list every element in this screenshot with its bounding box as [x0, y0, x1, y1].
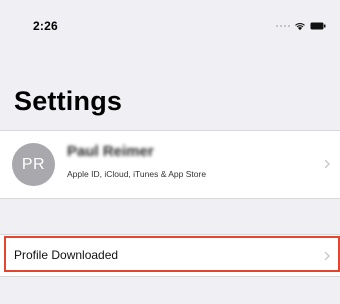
status-time: 2:26 [33, 19, 58, 33]
page-title: Settings [14, 86, 123, 116]
highlight-box [4, 236, 340, 272]
account-name: Paul Reimer [67, 143, 154, 160]
battery-icon [310, 22, 326, 30]
wifi-icon [295, 22, 305, 31]
chevron-right-icon [324, 159, 330, 169]
settings-screen: 2:26 Settings PR Paul Reimer Apple ID, i… [0, 0, 340, 304]
account-subtitle: Apple ID, iCloud, iTunes & App Store [67, 169, 207, 179]
account-cell[interactable]: PR Paul Reimer Apple ID, iCloud, iTunes … [0, 130, 340, 199]
avatar: PR [12, 143, 55, 186]
status-bar: 2:26 [0, 0, 340, 52]
status-indicators [276, 20, 326, 32]
signal-icon [276, 25, 290, 27]
